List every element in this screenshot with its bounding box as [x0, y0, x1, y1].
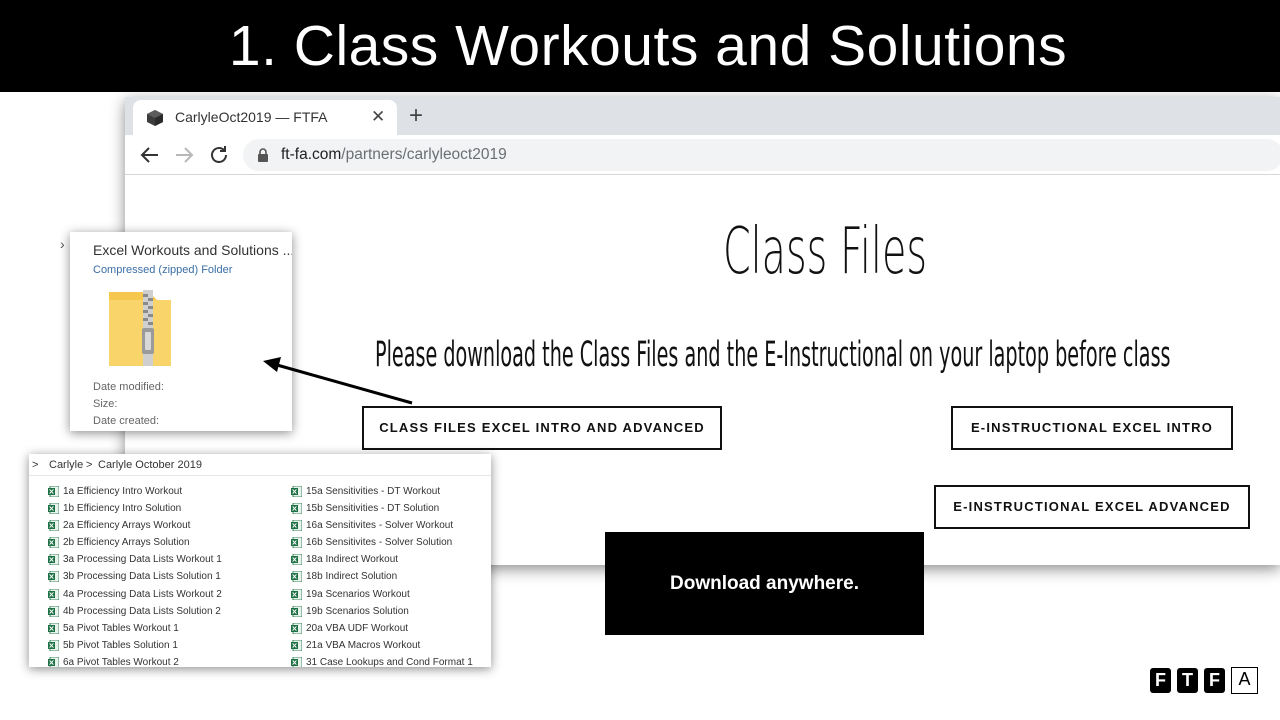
logo-letter: A: [1231, 667, 1258, 694]
file-name: 4b Processing Data Lists Solution 2: [63, 605, 221, 617]
breadcrumb: > Carlyle > Carlyle October 2019: [29, 454, 491, 476]
file-name: 19a Scenarios Workout: [306, 588, 410, 600]
file-name: 31 Case Lookups and Cond Format 1: [306, 656, 473, 667]
download-callout: Download anywhere.: [605, 532, 924, 635]
excel-file-icon: [291, 639, 302, 651]
logo-letter: F: [1204, 668, 1225, 693]
excel-file-icon: [291, 571, 302, 583]
excel-file-icon: [48, 639, 59, 651]
breadcrumb-item[interactable]: Carlyle October 2019: [98, 459, 202, 471]
excel-file-icon: [291, 486, 302, 497]
excel-file-icon: [48, 554, 59, 566]
file-name: 20a VBA UDF Workout: [306, 622, 409, 634]
excel-file-icon: [48, 486, 59, 497]
class-files-button[interactable]: CLASS FILES EXCEL INTRO AND ADVANCED: [362, 406, 722, 450]
callout-text: Download anywhere.: [670, 573, 859, 594]
zip-folder-icon: [109, 290, 171, 366]
logo-letter: T: [1177, 668, 1198, 693]
file-name: 2a Efficiency Arrays Workout: [63, 520, 191, 532]
einstructional-intro-button[interactable]: E-INSTRUCTIONAL EXCEL INTRO: [951, 406, 1233, 450]
file-name: 3b Processing Data Lists Solution 1: [63, 571, 221, 583]
excel-file-icon: [48, 656, 59, 667]
lock-icon: [258, 148, 268, 162]
file-name: 5a Pivot Tables Workout 1: [63, 622, 179, 634]
tab-title: CarlyleOct2019 — FTFA: [175, 109, 328, 125]
excel-file-icon: [291, 520, 302, 532]
excel-file-icon: [48, 503, 59, 515]
page-subheading: Please download the Class Files and the …: [375, 335, 1171, 375]
chevron-right-icon: ›: [60, 236, 65, 252]
file-name: 1a Efficiency Intro Workout: [63, 486, 183, 497]
url-text: ft-fa.com/partners/carlyleoct2019: [281, 146, 507, 164]
url-path: /partners/carlyleoct2019: [341, 146, 507, 163]
cube-favicon-icon: [147, 110, 163, 126]
file-name: 5b Pivot Tables Solution 1: [63, 639, 178, 651]
zip-file-type: Compressed (zipped) Folder: [93, 264, 233, 276]
size-label: Size:: [93, 398, 118, 410]
file-name: 18a Indirect Workout: [306, 554, 399, 566]
excel-file-icon: [48, 605, 59, 617]
url-host: ft-fa.com: [281, 146, 342, 163]
date-created-label: Date created:: [93, 415, 160, 427]
back-arrow-icon[interactable]: [138, 143, 162, 167]
breadcrumb-item[interactable]: Carlyle: [49, 459, 83, 471]
excel-file-icon: [291, 588, 302, 600]
file-name: 21a VBA Macros Workout: [306, 639, 421, 651]
excel-file-icon: [291, 503, 302, 515]
einstructional-advanced-button[interactable]: E-INSTRUCTIONAL EXCEL ADVANCED: [934, 485, 1250, 529]
excel-file-icon: [48, 520, 59, 532]
file-name: 16a Sensitivites - Solver Workout: [306, 520, 454, 532]
file-explorer: > Carlyle > Carlyle October 2019 1a Effi…: [29, 454, 491, 667]
excel-file-icon: [48, 588, 59, 600]
file-name: 1b Efficiency Intro Solution: [63, 503, 182, 515]
file-name: 19b Scenarios Solution: [306, 605, 409, 617]
excel-file-icon: [48, 622, 59, 634]
excel-file-icon: [291, 537, 302, 549]
slide-title-bar: 1. Class Workouts and Solutions: [0, 0, 1280, 92]
excel-file-icon: [291, 605, 302, 617]
file-name: 3a Processing Data Lists Workout 1: [63, 554, 222, 566]
breadcrumb-sep: >: [32, 459, 39, 471]
excel-file-icon: [48, 537, 59, 549]
tab-close-icon[interactable]: ✕: [371, 107, 385, 127]
excel-file-icon: [48, 571, 59, 583]
excel-file-icon: [291, 622, 302, 634]
tab-strip: CarlyleOct2019 — FTFA ✕ +: [125, 97, 1280, 135]
file-name: 2b Efficiency Arrays Solution: [63, 537, 190, 549]
file-name: 15b Sensitivities - DT Solution: [306, 503, 440, 515]
page-heading: Class Files: [722, 215, 928, 289]
date-modified-label: Date modified:: [93, 381, 164, 393]
zip-file-name: Excel Workouts and Solutions ...: [93, 242, 292, 258]
excel-file-icon: [291, 656, 302, 667]
address-bar[interactable]: ft-fa.com/partners/carlyleoct2019: [243, 139, 1280, 171]
slide-title: 1. Class Workouts and Solutions: [228, 14, 1068, 78]
reload-icon[interactable]: [207, 143, 231, 167]
file-name: 16b Sensitivites - Solver Solution: [306, 537, 453, 549]
browser-toolbar: ft-fa.com/partners/carlyleoct2019: [125, 135, 1280, 175]
new-tab-button[interactable]: +: [409, 102, 423, 130]
file-name: 18b Indirect Solution: [306, 571, 398, 583]
browser-tab[interactable]: CarlyleOct2019 — FTFA ✕: [133, 100, 397, 135]
ftfa-logo: F T F A: [1150, 667, 1260, 696]
excel-file-icon: [291, 554, 302, 566]
file-name: 6a Pivot Tables Workout 2: [63, 656, 179, 667]
pointer-arrow-icon: [263, 357, 413, 405]
file-name: 15a Sensitivities - DT Workout: [306, 486, 441, 497]
breadcrumb-sep: >: [86, 459, 93, 471]
logo-letter: F: [1150, 668, 1171, 693]
forward-arrow-icon[interactable]: [172, 143, 196, 167]
file-name: 4a Processing Data Lists Workout 2: [63, 588, 222, 600]
